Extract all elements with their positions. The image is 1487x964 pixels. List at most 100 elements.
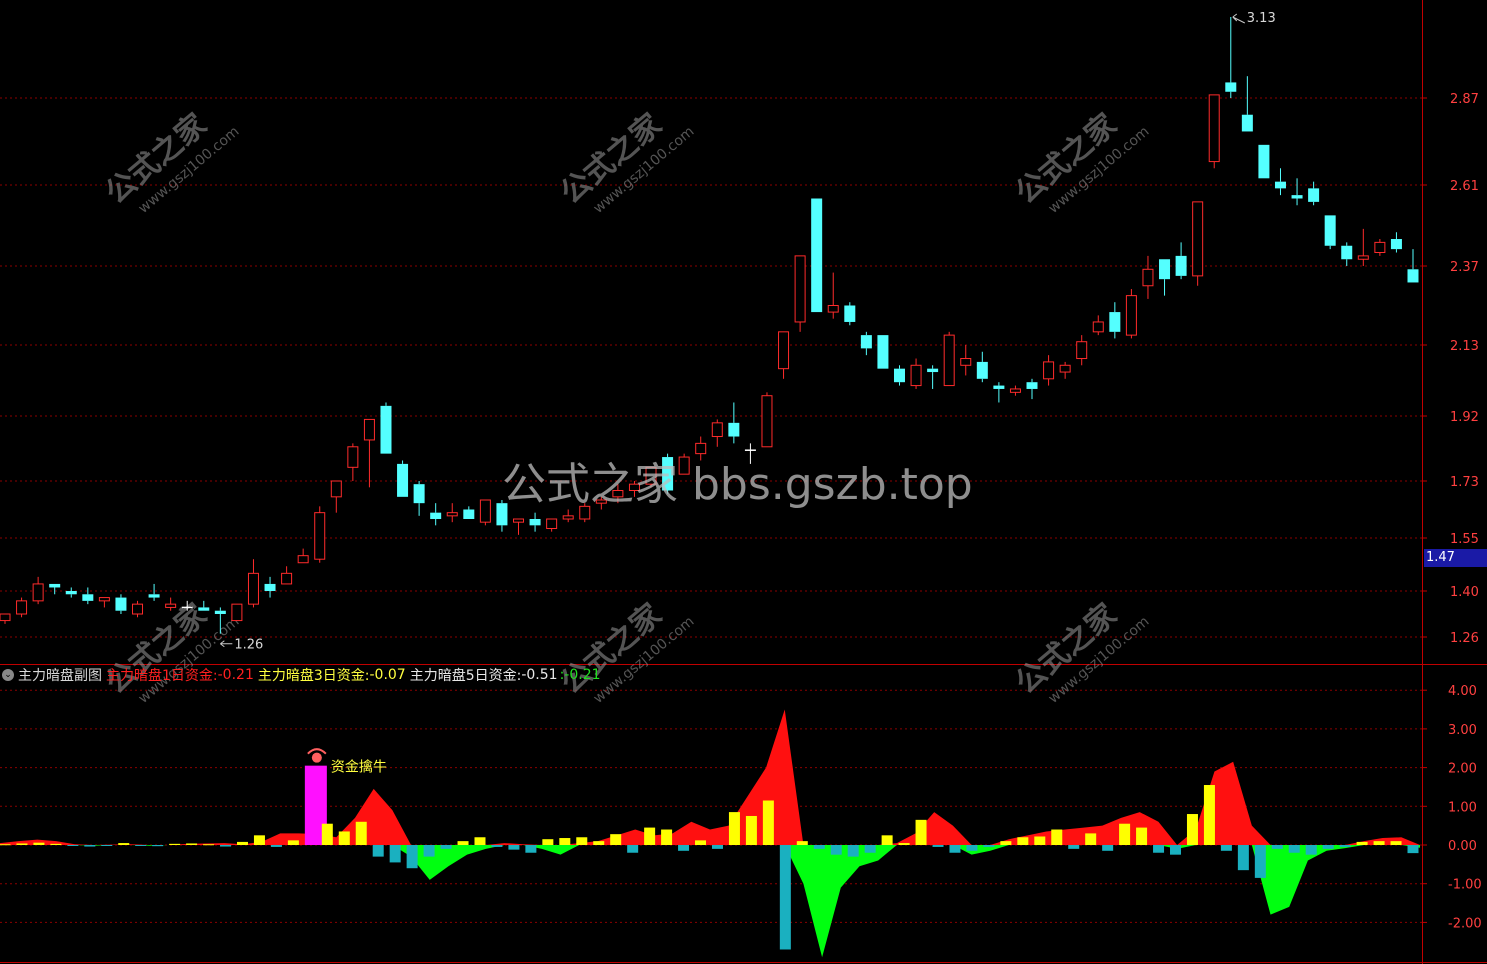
candle — [1026, 378, 1038, 400]
indicator-bar — [864, 845, 876, 853]
candle-body — [1142, 268, 1154, 287]
indicator-bar — [762, 800, 774, 845]
candle — [1308, 181, 1320, 206]
candle-body — [529, 519, 541, 526]
candle-body — [49, 583, 61, 588]
candle — [1324, 215, 1336, 250]
candle — [827, 272, 839, 319]
indicator-bar — [915, 819, 927, 845]
line1-label: 主力暗盘1日资金: — [106, 668, 218, 684]
indicator-tick-label: 3.00 — [1448, 723, 1477, 738]
candle — [910, 358, 922, 389]
indicator-bar — [932, 845, 944, 847]
candle-body — [16, 600, 28, 615]
low-marker-label: 1.26 — [234, 638, 263, 653]
indicator-bar — [474, 837, 486, 845]
watermark-logos: 公式之家www.gszj100.com 公式之家www.gszj100.com 公式… — [99, 107, 1152, 707]
indicator-bar — [1271, 845, 1283, 849]
indicator-bar — [1390, 841, 1402, 845]
indicator-bar — [1000, 841, 1012, 845]
indicator-tick-label: 4.00 — [1448, 684, 1477, 699]
candle-body — [132, 603, 144, 615]
candle — [16, 597, 28, 618]
candle-body — [165, 603, 177, 608]
candle — [132, 600, 144, 618]
candle — [1159, 259, 1171, 296]
indicator-bar — [101, 845, 113, 846]
indicator-bar — [270, 845, 282, 847]
candle-body — [1241, 114, 1253, 132]
candle-body — [446, 512, 458, 517]
candle — [546, 518, 558, 532]
indicator-bar — [1356, 841, 1368, 845]
indicator-bar — [644, 827, 656, 845]
candle — [363, 418, 375, 488]
indicator-bar — [67, 845, 79, 846]
indicator-bar — [949, 845, 961, 853]
indicator-bar — [152, 845, 164, 847]
high-marker-arrow — [1232, 13, 1246, 24]
candle — [927, 365, 939, 389]
indicator-bar — [966, 845, 978, 851]
candle — [231, 603, 243, 622]
line3-value: -0.51 — [521, 667, 558, 683]
candle — [463, 506, 475, 519]
candle — [1208, 94, 1220, 169]
candle-body — [1390, 239, 1402, 250]
candle — [82, 587, 94, 605]
candle-body — [397, 463, 409, 497]
price-tick-label: 1.40 — [1450, 585, 1479, 600]
candle — [1125, 289, 1137, 339]
candle-body — [728, 422, 740, 437]
line2-value: -0.07 — [369, 667, 406, 683]
candle-body — [330, 480, 342, 498]
indicator-bar — [1203, 785, 1215, 845]
indicator-bar — [287, 840, 299, 845]
candle-body — [761, 395, 773, 448]
candle — [960, 345, 972, 376]
candle — [281, 566, 293, 585]
candle — [1291, 178, 1303, 206]
candle — [529, 512, 541, 532]
negative-flow-area — [0, 845, 1420, 958]
candle — [430, 503, 442, 526]
candle — [32, 576, 44, 605]
indicator-bar — [678, 845, 690, 851]
candle-body — [1225, 82, 1237, 92]
price-tick-label: 1.92 — [1450, 410, 1479, 425]
indicator-bar — [1407, 845, 1419, 854]
watermark-logo: 公式之家www.gszj100.com — [554, 597, 697, 707]
candle — [1374, 239, 1386, 256]
high-marker-label: 3.13 — [1247, 11, 1276, 26]
candle — [993, 382, 1005, 403]
candle — [794, 255, 806, 332]
indicator-bar — [830, 845, 842, 855]
candle-body — [198, 607, 210, 611]
candle-body — [1357, 255, 1369, 260]
candle — [1274, 168, 1286, 196]
candle — [446, 503, 458, 523]
candle-body — [844, 305, 856, 322]
indicator-bar — [542, 839, 554, 845]
indicator-bar — [796, 841, 808, 845]
candle-body — [1043, 361, 1055, 380]
indicator-bar — [33, 842, 45, 845]
indicator-bar — [695, 840, 707, 845]
indicator-bar — [406, 845, 418, 869]
indicator-bar — [372, 845, 384, 857]
candle — [1192, 201, 1204, 286]
line4-value: :-0.21 — [559, 667, 601, 683]
candle-body — [264, 583, 276, 591]
collapse-icon[interactable]: ⌄ — [2, 669, 14, 681]
candle — [1043, 355, 1055, 386]
candle-body — [1291, 195, 1303, 199]
candle — [297, 548, 309, 564]
indicator-bar — [457, 841, 469, 845]
watermark-logo: 公式之家www.gszj100.com — [554, 107, 697, 217]
indicator-bar — [779, 845, 791, 950]
indicator-name[interactable]: 主力暗盘副图 — [18, 665, 102, 685]
indicator-bar — [1254, 845, 1266, 878]
candle-body — [32, 583, 44, 602]
indicator-bar — [84, 845, 96, 847]
signal-icon — [311, 752, 322, 763]
